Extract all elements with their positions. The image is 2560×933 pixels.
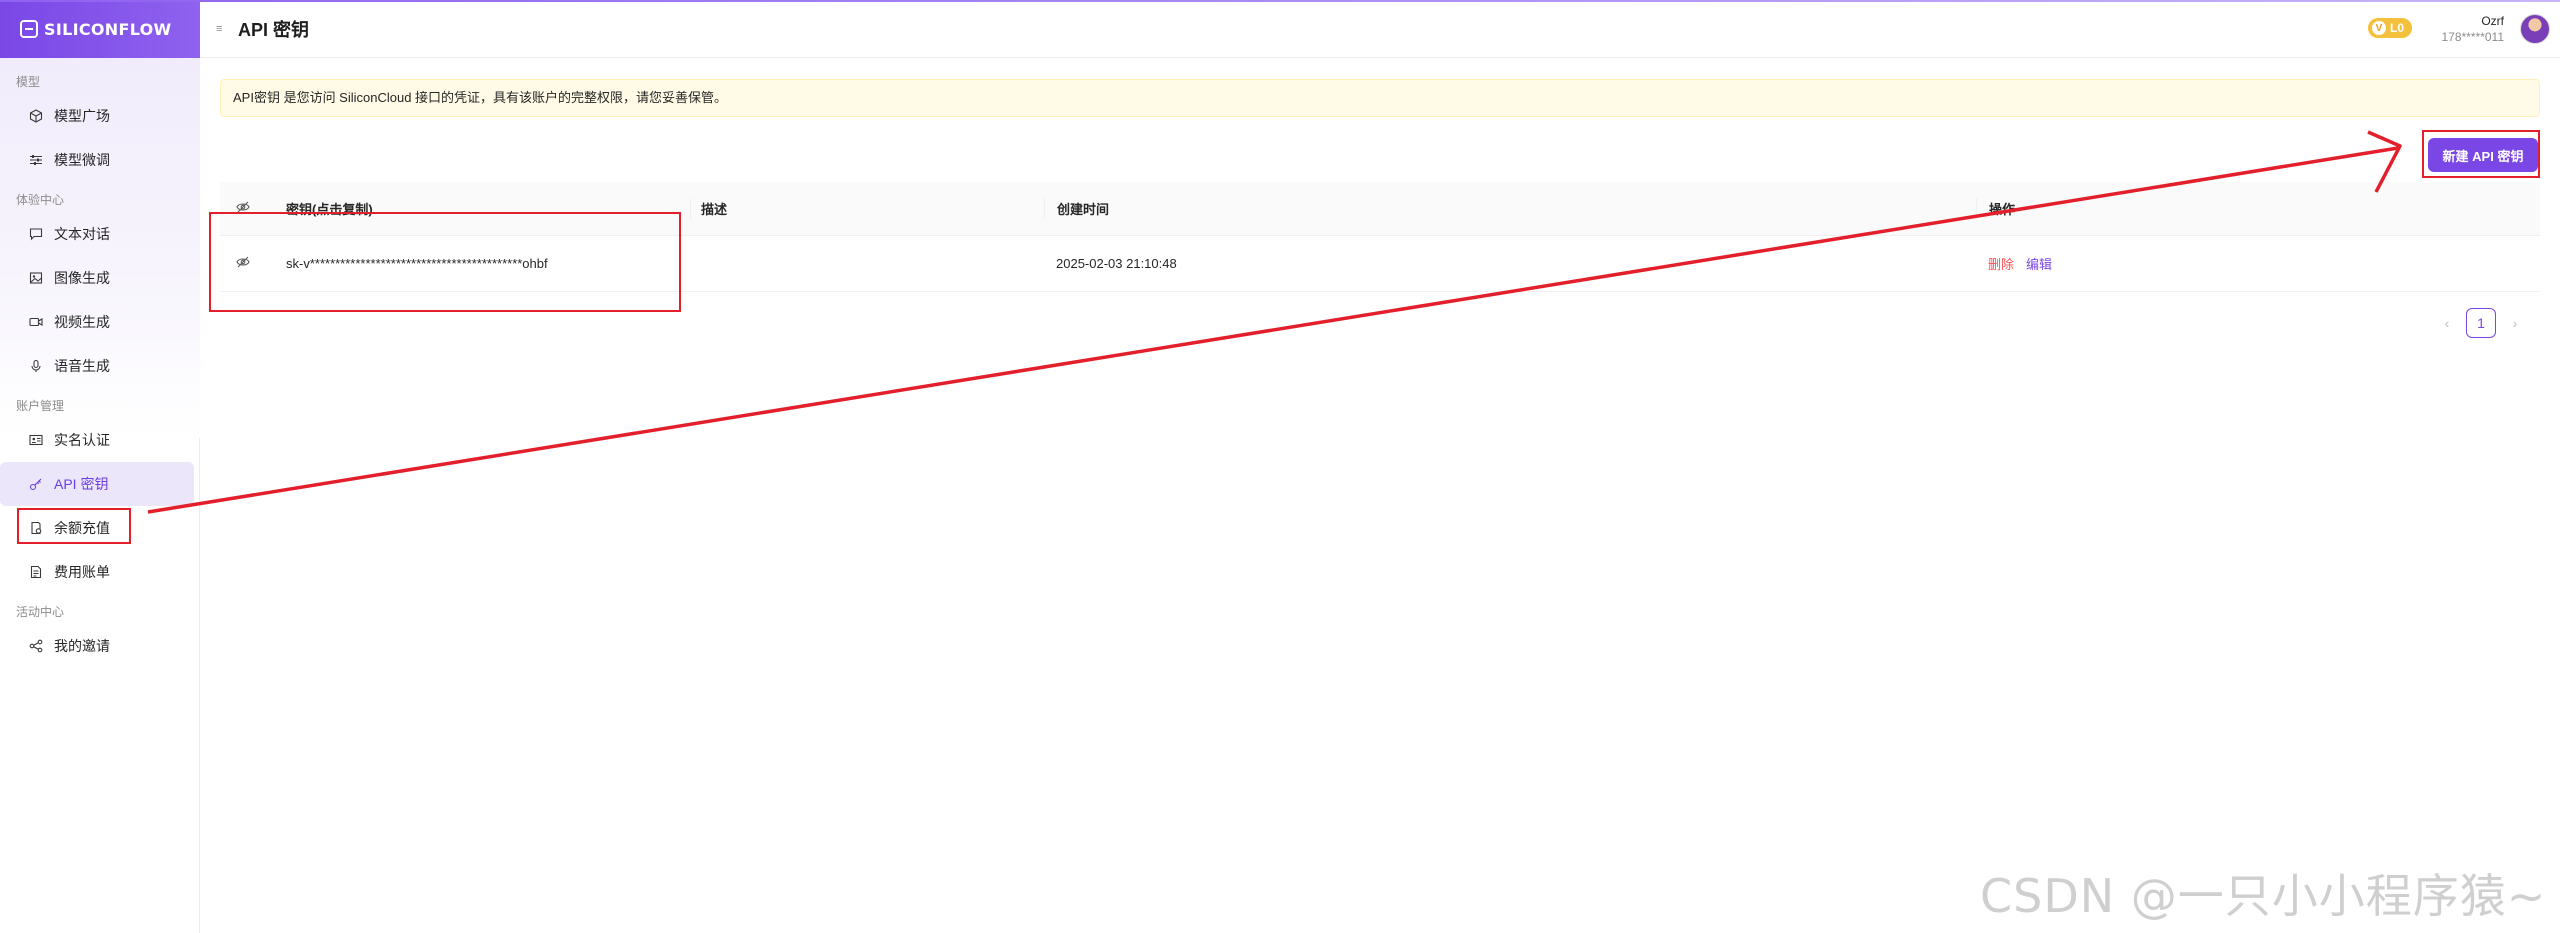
image-icon [28,270,44,286]
sidebar-item-label: 实名认证 [54,432,110,448]
nav-section-activity: 活动中心 [16,605,65,619]
prev-page-icon[interactable]: ‹ [2436,315,2458,331]
sidebar-item-label: 视频生成 [54,314,110,330]
nav-section-models: 模型 [16,75,41,89]
chat-icon [28,226,44,242]
sidebar-item-image-gen[interactable]: 图像生成 [0,256,200,300]
top-header: ≡ API 密钥 [200,0,2560,58]
sidebar-item-model-finetune[interactable]: 模型微调 [0,138,200,182]
annotation-box-key-cell [209,212,681,312]
nav-section-account: 账户管理 [16,399,65,413]
user-phone: 178*****011 [2441,30,2504,44]
api-key-created-time: 2025-02-03 21:10:48 [1056,256,1177,271]
info-notice: API密钥 是您访问 SiliconCloud 接口的凭证，具有该账户的完整权限… [220,79,2540,117]
key-icon [28,476,44,492]
sidebar-item-label: API 密钥 [54,476,109,492]
sliders-icon [28,152,44,168]
annotation-box-api-key-nav [17,508,131,544]
sidebar-nav: 模型 模型广场 模型微调 体验中心 文本对话 图像生成 视频生成 语音生成 账户… [0,70,200,668]
page-title: API 密钥 [238,19,310,40]
pagination: ‹ 1 › [2436,308,2526,338]
siliconflow-logo-icon [20,20,38,38]
share-icon [28,638,44,654]
edit-link[interactable]: 编辑 [2026,254,2052,273]
api-key-operations: 删除 编辑 [1976,253,2540,275]
sidebar-item-api-keys[interactable]: API 密钥 [0,462,194,506]
brand-logo-area[interactable]: SILICONFLOW [0,0,200,58]
sidebar-item-speech-gen[interactable]: 语音生成 [0,344,200,388]
watermark: CSDN @一只小小程序猿~ [1980,869,2547,923]
column-header-created: 创建时间 [1044,197,1976,220]
user-info[interactable]: Ozrf 178*****011 [2441,13,2504,45]
next-page-icon[interactable]: › [2504,315,2526,331]
api-key-description [690,253,1044,275]
annotation-arrow [147,130,2402,514]
sidebar-item-label: 图像生成 [54,270,110,286]
sidebar-item-label: 语音生成 [54,358,110,374]
avatar[interactable] [2520,14,2550,44]
cube-icon [28,108,44,124]
brand-name: SILICONFLOW [44,19,172,39]
nav-section-experience: 体验中心 [16,193,65,207]
delete-link[interactable]: 删除 [1988,254,2014,273]
page-number-current[interactable]: 1 [2466,308,2496,338]
vip-crown-icon: V [2371,21,2386,35]
sidebar-item-label: 我的邀请 [54,638,110,654]
user-name: Ozrf [2481,14,2504,28]
id-card-icon [28,432,44,448]
level-label: L0 [2389,21,2404,35]
annotation-box-new-key-button [2422,130,2540,178]
column-header-description: 描述 [690,197,1044,220]
mic-icon [28,358,44,374]
sidebar-item-real-name[interactable]: 实名认证 [0,418,200,462]
sidebar-item-invitations[interactable]: 我的邀请 [0,624,200,668]
sidebar-item-text-chat[interactable]: 文本对话 [0,212,200,256]
column-header-operations: 操作 [1976,197,2540,220]
sidebar-item-label: 模型微调 [54,152,110,168]
video-icon [28,314,44,330]
level-badge[interactable]: V L0 [2367,18,2412,38]
sidebar: SILICONFLOW 模型 模型广场 模型微调 体验中心 文本对话 图像生成 … [0,0,200,933]
sidebar-item-label: 模型广场 [54,108,110,124]
sidebar-item-billing[interactable]: 费用账单 [0,550,200,594]
sidebar-item-model-square[interactable]: 模型广场 [0,94,200,138]
sidebar-item-label: 文本对话 [54,226,110,242]
sidebar-item-label: 费用账单 [54,564,110,580]
bill-icon [28,564,44,580]
sidebar-item-video-gen[interactable]: 视频生成 [0,300,200,344]
menu-collapse-icon[interactable]: ≡ [216,23,226,34]
